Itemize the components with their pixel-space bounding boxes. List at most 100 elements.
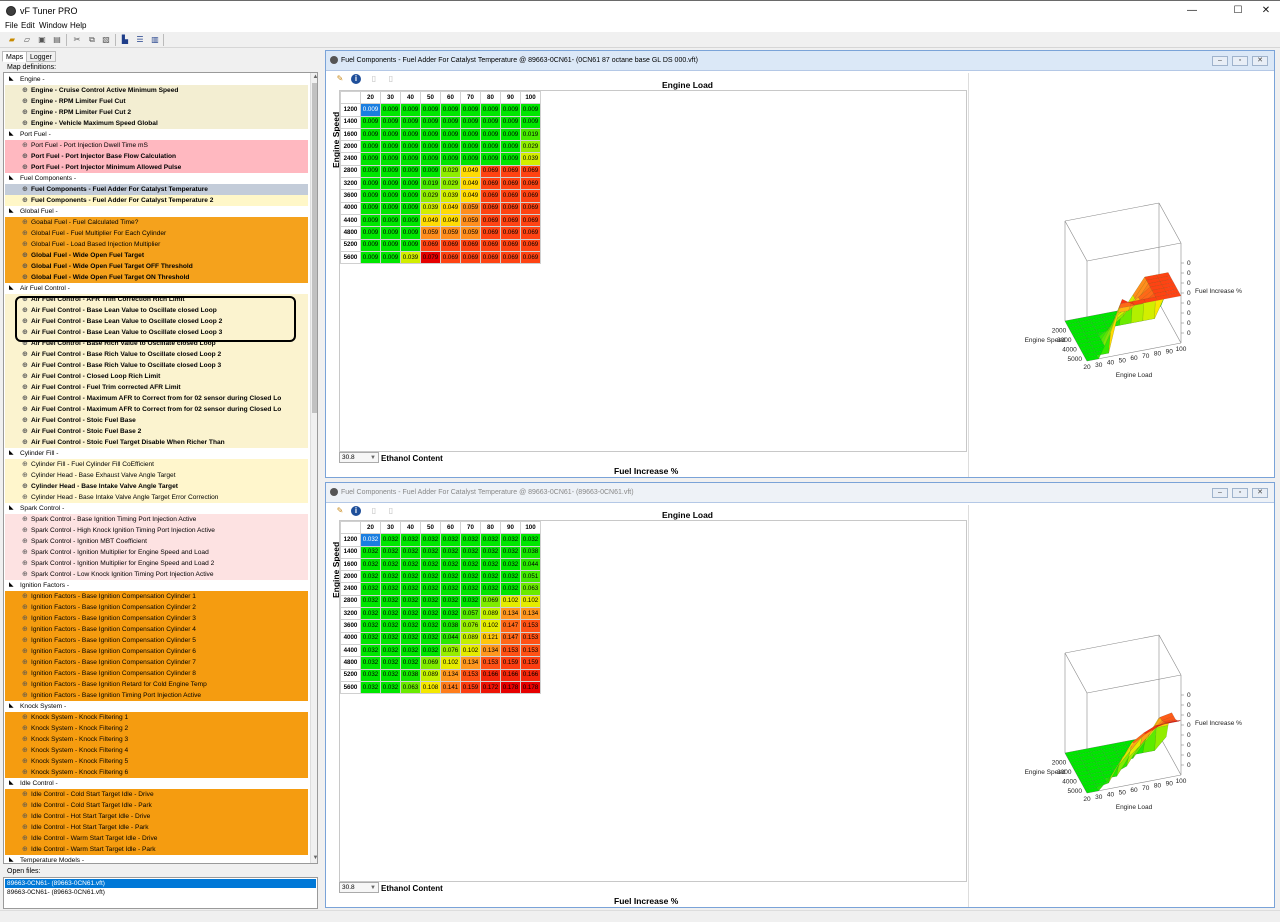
expand-icon[interactable]: ◣	[9, 206, 14, 217]
table-cell[interactable]: 0.032	[400, 533, 421, 547]
tree-group[interactable]: ◣ Port Fuel -	[5, 129, 308, 140]
table-cell[interactable]: 0.032	[500, 533, 521, 547]
table-cell[interactable]: 0.032	[400, 607, 421, 621]
paste-icon[interactable]: ▧	[101, 35, 111, 45]
expand-icon[interactable]: ◣	[9, 129, 14, 140]
tree-scrollbar[interactable]: ▲ ▼	[310, 73, 317, 863]
row-header[interactable]: 1600	[340, 557, 361, 572]
table-cell[interactable]: 0.051	[520, 570, 541, 584]
table-cell[interactable]: 0.009	[420, 103, 441, 117]
table-cell[interactable]: 0.009	[360, 238, 381, 252]
table-cell[interactable]: 0.159	[460, 680, 481, 695]
table-cell[interactable]: 0.102	[500, 594, 521, 609]
table-cell[interactable]: 0.039	[440, 189, 461, 203]
expand-icon[interactable]: ◣	[9, 580, 14, 591]
table-cell[interactable]: 0.102	[460, 643, 481, 658]
tree-item[interactable]: ⊕ Goabal Fuel - Fuel Calculated Time?	[5, 217, 308, 228]
table-cell[interactable]: 0.059	[460, 226, 481, 240]
tree-item[interactable]: ⊕ Cylinder Head - Base Intake Valve Angle…	[5, 481, 308, 492]
table-cell[interactable]: 0.069	[500, 189, 521, 203]
tree-item[interactable]: ⊕ Port Fuel - Port Injector Base Flow Cal…	[5, 151, 308, 162]
window-close-icon[interactable]: ✕	[1252, 56, 1268, 66]
copy-table-icon[interactable]: ▯	[368, 505, 380, 517]
table-cell[interactable]: 0.153	[520, 619, 541, 633]
table-cell[interactable]: 0.032	[360, 607, 381, 621]
save-as-icon[interactable]: ▤	[52, 35, 62, 45]
table-cell[interactable]: 0.032	[420, 533, 441, 547]
table-cell[interactable]: 0.009	[420, 164, 441, 179]
tree-item[interactable]: ⊕ Air Fuel Control - Closed Loop Rich Lim…	[5, 371, 308, 382]
table-cell[interactable]: 0.009	[400, 164, 421, 179]
table-cell[interactable]: 0.009	[400, 226, 421, 240]
table-cell[interactable]: 0.032	[380, 619, 401, 633]
tree-item[interactable]: ⊕ Port Fuel - Port Injector Minimum Allow…	[5, 162, 308, 173]
table-cell[interactable]: 0.134	[520, 607, 541, 621]
table-cell[interactable]: 0.009	[360, 152, 381, 166]
map-window-title-bar[interactable]: Fuel Components - Fuel Adder For Catalys…	[326, 483, 1274, 503]
tree-item[interactable]: ⊕ Idle Control - Cold Start Target Idle -…	[5, 789, 308, 800]
row-header[interactable]: 2400	[340, 152, 361, 166]
copy-table-icon[interactable]: ▯	[368, 73, 380, 85]
table-cell[interactable]: 0.009	[480, 140, 501, 154]
tree-item[interactable]: ⊕ Spark Control - High Knock Ignition Tim…	[5, 525, 308, 536]
row-header[interactable]: 3200	[340, 177, 361, 191]
table-cell[interactable]: 0.044	[440, 631, 461, 645]
table-cell[interactable]: 0.009	[420, 152, 441, 166]
window-close-icon[interactable]: ✕	[1252, 488, 1268, 498]
table-cell[interactable]: 0.032	[400, 557, 421, 572]
table-cell[interactable]: 0.009	[460, 152, 481, 166]
table-cell[interactable]: 0.009	[460, 127, 481, 142]
tree-group[interactable]: ◣ Engine -	[5, 74, 308, 85]
tree-item[interactable]: ⊕ Ignition Factors - Base Ignition Compen…	[5, 635, 308, 646]
table-cell[interactable]: 0.153	[460, 668, 481, 682]
table-cell[interactable]: 0.009	[400, 103, 421, 117]
tree-item[interactable]: ⊕ Port Fuel - Port Injection Dwell Time m…	[5, 140, 308, 151]
table-cell[interactable]: 0.009	[380, 189, 401, 203]
table-cell[interactable]: 0.032	[400, 619, 421, 633]
column-header[interactable]: 30	[380, 90, 401, 105]
cascade-icon[interactable]: ▙	[120, 35, 130, 45]
table-cell[interactable]: 0.069	[460, 250, 481, 265]
column-header[interactable]: 50	[420, 520, 441, 535]
table-cell[interactable]: 0.032	[380, 557, 401, 572]
table-cell[interactable]: 0.069	[460, 238, 481, 252]
table-cell[interactable]: 0.076	[460, 619, 481, 633]
table-cell[interactable]: 0.147	[500, 619, 521, 633]
save-icon[interactable]: ▣	[37, 35, 47, 45]
table-cell[interactable]: 0.009	[440, 152, 461, 166]
table-cell[interactable]: 0.032	[400, 545, 421, 559]
table-cell[interactable]: 0.032	[460, 582, 481, 596]
table-cell[interactable]: 0.032	[380, 668, 401, 682]
table-cell[interactable]: 0.032	[380, 656, 401, 670]
table-cell[interactable]: 0.032	[380, 643, 401, 658]
table-cell[interactable]: 0.141	[440, 680, 461, 695]
table-cell[interactable]: 0.009	[400, 127, 421, 142]
table-cell[interactable]: 0.102	[440, 656, 461, 670]
table-cell[interactable]: 0.032	[360, 680, 381, 695]
table-cell[interactable]: 0.032	[440, 594, 461, 609]
table-cell[interactable]: 0.009	[500, 103, 521, 117]
expand-icon[interactable]: ◣	[9, 74, 14, 85]
scroll-thumb[interactable]	[312, 83, 317, 413]
table-cell[interactable]: 0.069	[480, 189, 501, 203]
table-cell[interactable]: 0.032	[460, 545, 481, 559]
table-cell[interactable]: 0.049	[420, 213, 441, 228]
expand-icon[interactable]: ◣	[9, 701, 14, 712]
column-header[interactable]: 40	[400, 520, 421, 535]
tree-item[interactable]: ⊕ Engine - RPM Limiter Fuel Cut	[5, 96, 308, 107]
window-restore-icon[interactable]: ▫	[1232, 56, 1248, 66]
table-cell[interactable]: 0.032	[380, 594, 401, 609]
tree-item[interactable]: ⊕ Spark Control - Base Ignition Timing Po…	[5, 514, 308, 525]
column-header[interactable]: 60	[440, 90, 461, 105]
table-cell[interactable]: 0.032	[360, 668, 381, 682]
table-cell[interactable]: 0.032	[420, 570, 441, 584]
table-cell[interactable]: 0.009	[480, 115, 501, 129]
row-header[interactable]: 5200	[340, 238, 361, 252]
column-header[interactable]: 90	[500, 520, 521, 535]
table-cell[interactable]: 0.134	[460, 656, 481, 670]
table-cell[interactable]: 0.069	[520, 213, 541, 228]
table-cell[interactable]: 0.032	[360, 619, 381, 633]
table-cell[interactable]: 0.009	[360, 140, 381, 154]
table-cell[interactable]: 0.178	[500, 680, 521, 695]
tree-item[interactable]: ⊕ Engine - RPM Limiter Fuel Cut 2	[5, 107, 308, 118]
